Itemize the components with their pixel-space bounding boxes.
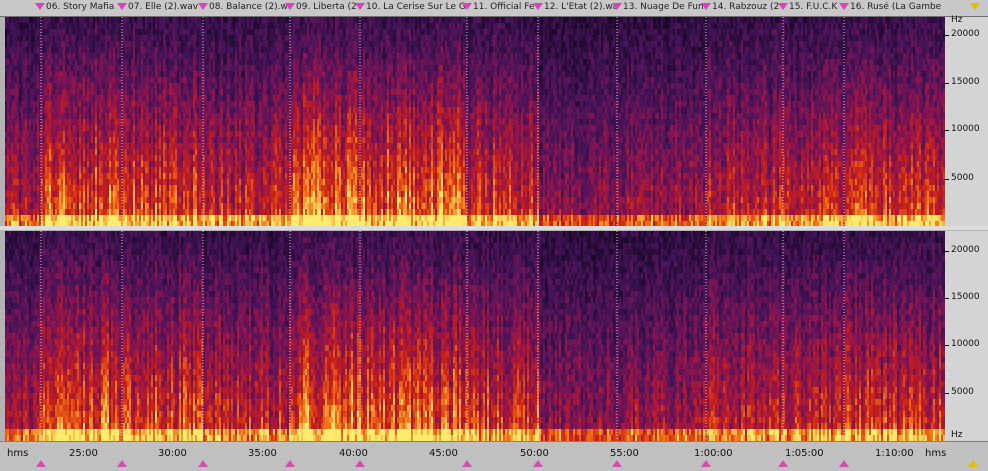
track-marker-08[interactable]: 08. Balance (2).wa [203,0,289,15]
frequency-tick [945,179,949,180]
track-marker-12[interactable]: 12. L'Etat (2).wa [538,0,616,15]
track-start-marker-icon[interactable] [839,460,849,467]
time-label: 25:00 [69,448,98,459]
marker-triangle-icon[interactable] [462,3,472,10]
frequency-label: 20000 [951,29,980,39]
spectrogram-image [5,231,945,441]
frequency-tick [945,393,949,394]
marker-triangle-icon[interactable] [198,3,208,10]
track-start-marker-icon[interactable] [36,460,46,467]
marker-triangle-icon[interactable] [778,3,788,10]
spectrogram-window: 06. Story Mafia 07. Elle (2).wav 08. Bal… [0,0,988,470]
frequency-tick [945,83,949,84]
time-label: 1:10:00 [875,448,914,459]
frequency-label: 10000 [951,339,980,349]
time-label: 30:00 [158,448,187,459]
track-start-marker-icon[interactable] [462,460,472,467]
track-marker-13[interactable]: 13. Nuage De Fum [617,0,705,15]
time-label: 35:00 [248,448,277,459]
track-marker-label: 11. Official Fe [473,2,537,12]
frequency-label: 15000 [951,77,980,87]
frequency-label: 5000 [951,173,974,183]
frequency-label: 15000 [951,292,980,302]
time-label: 45:00 [429,448,458,459]
time-label: 50:00 [520,448,549,459]
track-marker-06[interactable]: 06. Story Mafia [40,0,124,15]
track-marker-bar: 06. Story Mafia 07. Elle (2).wav 08. Bal… [0,0,988,17]
frequency-tick [945,251,949,252]
marker-triangle-icon[interactable] [117,3,127,10]
frequency-tick [945,298,949,299]
frequency-unit-label: Hz [951,15,963,25]
track-marker-16[interactable]: 16. Rusé (La Gambe [844,0,944,15]
marker-triangle-icon[interactable] [285,3,295,10]
track-marker-15[interactable]: 15. F.U.C.K [783,0,843,15]
track-marker-label: 06. Story Mafia [46,2,124,12]
time-unit-label-left: hms [7,448,28,459]
track-start-marker-icon[interactable] [355,460,365,467]
time-label: 1:05:00 [785,448,824,459]
time-label: 1:00:00 [694,448,733,459]
track-marker-label: 14. Rabzouz (2 [712,2,782,12]
track-marker-09[interactable]: 09. Liberta (2 [290,0,358,15]
end-marker[interactable] [975,0,985,15]
track-start-marker-icon[interactable] [117,460,127,467]
track-start-marker-icon[interactable] [778,460,788,467]
track-marker-label: 16. Rusé (La Gambe [850,2,942,12]
marker-triangle-icon[interactable] [355,3,365,10]
time-ruler[interactable]: hms 25:00 30:00 35:00 40:00 45:00 50:00 … [0,441,988,471]
track-start-marker-icon[interactable] [612,460,622,467]
channel-divider [0,226,988,230]
frequency-scale-top[interactable]: Hz 20000 15000 10000 5000 [945,17,988,226]
track-marker-label: 12. L'Etat (2).wa [544,2,616,12]
track-marker-label: 08. Balance (2).wa [209,2,289,12]
track-start-marker-icon[interactable] [533,460,543,467]
spectrogram-image [5,17,945,226]
track-marker-label: 09. Liberta (2 [296,2,358,12]
marker-triangle-icon[interactable] [533,3,543,10]
track-marker-11[interactable]: 11. Official Fe [467,0,537,15]
marker-triangle-icon[interactable] [839,3,849,10]
frequency-scale-bottom[interactable]: 20000 15000 10000 5000 Hz [945,231,988,441]
marker-triangle-icon[interactable] [701,3,711,10]
frequency-unit-label: Hz [951,430,963,440]
time-label: 40:00 [339,448,368,459]
end-marker-icon[interactable] [968,460,978,467]
track-start-marker-icon[interactable] [285,460,295,467]
time-unit-label-right: hms [925,448,946,459]
frequency-tick [945,345,949,346]
track-marker-label: 13. Nuage De Fum [623,2,705,12]
track-marker-07[interactable]: 07. Elle (2).wav [122,0,202,15]
track-marker-label: 10. La Cerise Sur Le G [366,2,466,12]
marker-triangle-icon[interactable] [612,3,622,10]
end-marker-triangle-icon[interactable] [970,3,980,10]
frequency-tick [945,130,949,131]
frequency-label: 10000 [951,124,980,134]
track-start-marker-icon[interactable] [198,460,208,467]
frequency-label: 5000 [951,387,974,397]
spectrogram-right-channel[interactable] [5,231,945,441]
frequency-tick [945,35,949,36]
frequency-label: 20000 [951,245,980,255]
time-label: 55:00 [610,448,639,459]
track-marker-label: 15. F.U.C.K [789,2,843,12]
marker-triangle-icon[interactable] [35,3,45,10]
track-start-marker-icon[interactable] [701,460,711,467]
spectrogram-left-channel[interactable] [5,17,945,226]
track-marker-14[interactable]: 14. Rabzouz (2 [706,0,782,15]
track-marker-10[interactable]: 10. La Cerise Sur Le G [360,0,466,15]
track-marker-label: 07. Elle (2).wav [128,2,202,12]
